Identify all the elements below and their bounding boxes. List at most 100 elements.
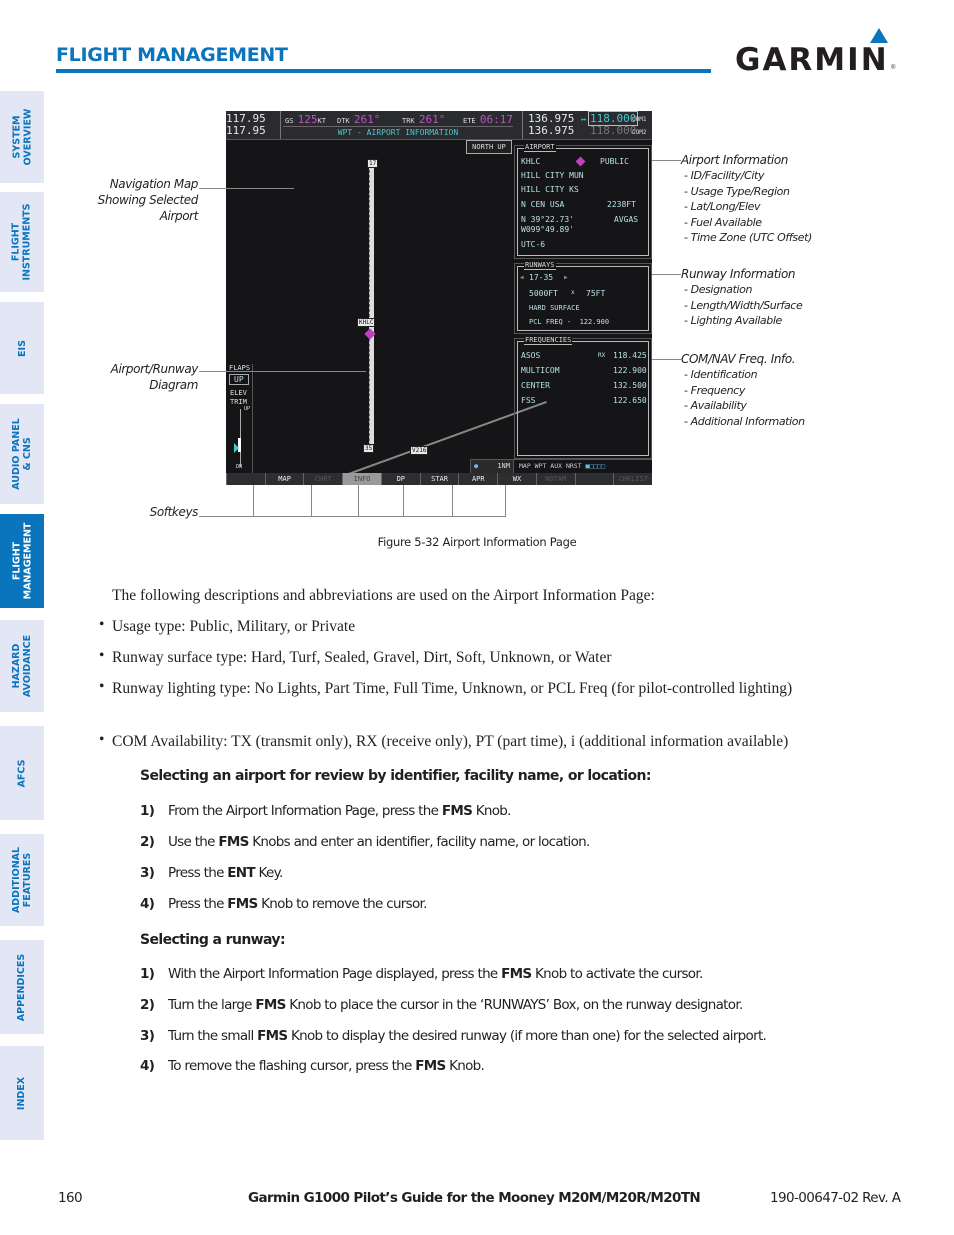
airport-timezone: UTC-6 xyxy=(521,240,546,249)
side-tab-flight-management[interactable]: FLIGHT MANAGEMENT xyxy=(0,514,44,608)
freq-row-frequency: 132.500 xyxy=(613,381,647,390)
logo-registered-mark: ® xyxy=(891,65,896,71)
side-tab-hazard-avoidance[interactable]: HAZARD AVOIDANCE xyxy=(0,620,44,712)
flaps-trim-indicator: FLAPS UP ELEV TRIM UP DN xyxy=(226,364,253,476)
procedure-title: Selecting a runway: xyxy=(140,932,286,948)
callout-runway-information: Runway Information - Designation - Lengt… xyxy=(681,267,803,327)
callout-airport-runway-diagram: Airport/Runway Diagram xyxy=(110,362,199,392)
runway-diagram xyxy=(369,165,374,451)
swap-arrow-icon: ↔ xyxy=(580,115,587,125)
softkey-blank-2[interactable] xyxy=(574,473,614,485)
airport-city: HILL CITY KS xyxy=(521,185,579,194)
side-tab-flight-instruments[interactable]: FLIGHT INSTRUMENTS xyxy=(0,192,44,292)
freq-row-frequency: 118.425 xyxy=(613,351,647,360)
callout-leader-tick xyxy=(505,485,506,516)
airport-info-box: AIRPORT KHLC PUBLIC HILL CITY MUN HILL C… xyxy=(514,143,652,259)
procedure-step: 1) From the Airport Information Page, pre… xyxy=(140,803,511,819)
runways-box: RUNWAYS ◀ 17-35 ▶ 5000FT x 75FT HARD SUR… xyxy=(514,261,652,334)
intro-paragraph: The following descriptions and abbreviat… xyxy=(112,587,655,604)
callout-leader-tick xyxy=(358,485,359,516)
side-tab-audio-panel[interactable]: AUDIO PANEL & CNS xyxy=(0,404,44,504)
side-tab-appendices[interactable]: APPENDICES xyxy=(0,940,44,1034)
page-number: 160 xyxy=(58,1190,83,1206)
airway-label: V216 xyxy=(410,446,429,455)
softkey-info[interactable]: INFO xyxy=(342,473,381,485)
procedure-step: 3) Press the ENT Key. xyxy=(140,865,283,881)
runway-designation[interactable]: 17-35 xyxy=(529,273,553,282)
airport-fuel: AVGAS xyxy=(614,215,639,224)
groundspeed-field: GS 125KT xyxy=(285,113,326,126)
procedure-step: 3) Turn the small FMS Knob to display the… xyxy=(140,1028,767,1044)
callout-leader-tick xyxy=(311,485,312,516)
side-tab-label: INDEX xyxy=(16,1076,28,1110)
side-tab-system-overview[interactable]: SYSTEM OVERVIEW xyxy=(0,91,44,183)
runway-length: 5000FT xyxy=(529,289,558,298)
softkey-dp[interactable]: DP xyxy=(380,473,420,485)
callout-com-nav-frequency: COM/NAV Freq. Info. - Identification - F… xyxy=(681,352,805,428)
map-range: ● 1NM xyxy=(470,459,514,474)
softkey-star[interactable]: STAR xyxy=(419,473,459,485)
nav2-frequency: 117.95 xyxy=(226,124,266,137)
bullet-item: • Runway surface type: Hard, Turf, Sealed… xyxy=(99,647,612,666)
garmin-logo: GARMIN ® xyxy=(735,28,900,78)
procedure-step: 2) Use the FMS Knobs and enter an identif… xyxy=(140,834,590,850)
softkey-wx[interactable]: WX xyxy=(497,473,536,485)
com2-label: COM2 xyxy=(632,129,647,136)
softkey-apr[interactable]: APR xyxy=(458,473,497,485)
map-orientation-label: NORTH UP xyxy=(466,140,512,154)
com2-standby-frequency: 118.000 xyxy=(590,124,637,137)
softkey-blank-1[interactable] xyxy=(226,473,265,485)
logo-text: GARMIN xyxy=(735,42,889,78)
procedure-step: 1) With the Airport Information Page disp… xyxy=(140,966,703,982)
freq-row-name: CENTER xyxy=(521,381,550,390)
procedure-step: 4) Press the FMS Knob to remove the curso… xyxy=(140,896,427,912)
trim-up-label: UP xyxy=(244,406,251,412)
softkey-map[interactable]: MAP xyxy=(264,473,304,485)
side-tab-eis[interactable]: EIS xyxy=(0,302,44,394)
bullet-item: • Runway lighting type: No Lights, Part T… xyxy=(99,678,793,697)
runway-width: 75FT xyxy=(586,289,606,298)
freq-row-frequency: 122.650 xyxy=(613,396,647,405)
runway-prev-icon: ◀ xyxy=(520,274,524,281)
trim-pointer-icon xyxy=(234,443,239,453)
bullet-item: • Usage type: Public, Military, or Privat… xyxy=(99,616,356,635)
elev-trim-label-1: ELEV xyxy=(230,389,247,397)
airport-region: N CEN USA xyxy=(521,200,565,209)
frequencies-box: FREQUENCIES ASOS RX 118.425 MULTICOM 122… xyxy=(514,336,652,459)
elev-trim-label-2: TRIM xyxy=(230,398,247,406)
runways-box-title: RUNWAYS xyxy=(524,261,556,270)
softkey-notam[interactable]: NOTAM xyxy=(535,473,575,485)
airport-facility: HILL CITY MUN xyxy=(521,171,584,180)
airport-ident: KHLC xyxy=(521,157,541,166)
side-tab-afcs[interactable]: AFCS xyxy=(0,726,44,820)
airport-latitude: N 39°22.73' xyxy=(521,215,574,224)
softkey-bar: MAP CHRT INFO DP STAR APR WX NOTAM CHKLI… xyxy=(226,473,652,485)
airport-map-tag: KHLC xyxy=(357,318,376,327)
freq-row-name: FSS xyxy=(521,396,536,405)
side-tab-label: AFCS xyxy=(16,759,28,787)
side-tab-index[interactable]: INDEX xyxy=(0,1046,44,1140)
com2-active-frequency: 136.975 xyxy=(528,124,575,137)
procedure-step: 4) To remove the flashing cursor, press t… xyxy=(140,1058,485,1074)
runway-lighting: PCL FREQ - 122.900 xyxy=(529,318,610,326)
runway-end-label-north: 17 xyxy=(367,159,379,168)
callout-leader-tick xyxy=(253,485,254,516)
side-tab-label: APPENDICES xyxy=(16,953,28,1021)
side-tab-label: EIS xyxy=(16,339,28,357)
page-dots-icon: ■□□□□ xyxy=(585,462,606,470)
document-number: 190-00647-02 Rev. A xyxy=(770,1190,901,1206)
airport-box-title: AIRPORT xyxy=(524,143,556,152)
side-tab-additional-features[interactable]: ADDITIONAL FEATURES xyxy=(0,834,44,926)
freq-row-frequency: 122.900 xyxy=(613,366,647,375)
runway-next-icon: ▶ xyxy=(564,274,568,281)
procedure-step: 2) Turn the large FMS Knob to place the c… xyxy=(140,997,743,1013)
side-tab-label: AUDIO PANEL & CNS xyxy=(11,418,34,490)
side-tab-label: FLIGHT INSTRUMENTS xyxy=(11,203,33,281)
softkey-chklist[interactable]: CHKLIST xyxy=(613,473,652,485)
runway-surface: HARD SURFACE xyxy=(529,304,580,312)
airport-symbol-icon xyxy=(575,156,586,167)
softkey-chrt[interactable]: CHRT xyxy=(303,473,342,485)
callout-navigation-map: Navigation Map Showing Selected Airport xyxy=(97,177,199,223)
side-tab-label: HAZARD AVOIDANCE xyxy=(11,634,33,698)
airport-longitude: W099°49.89' xyxy=(521,225,574,234)
